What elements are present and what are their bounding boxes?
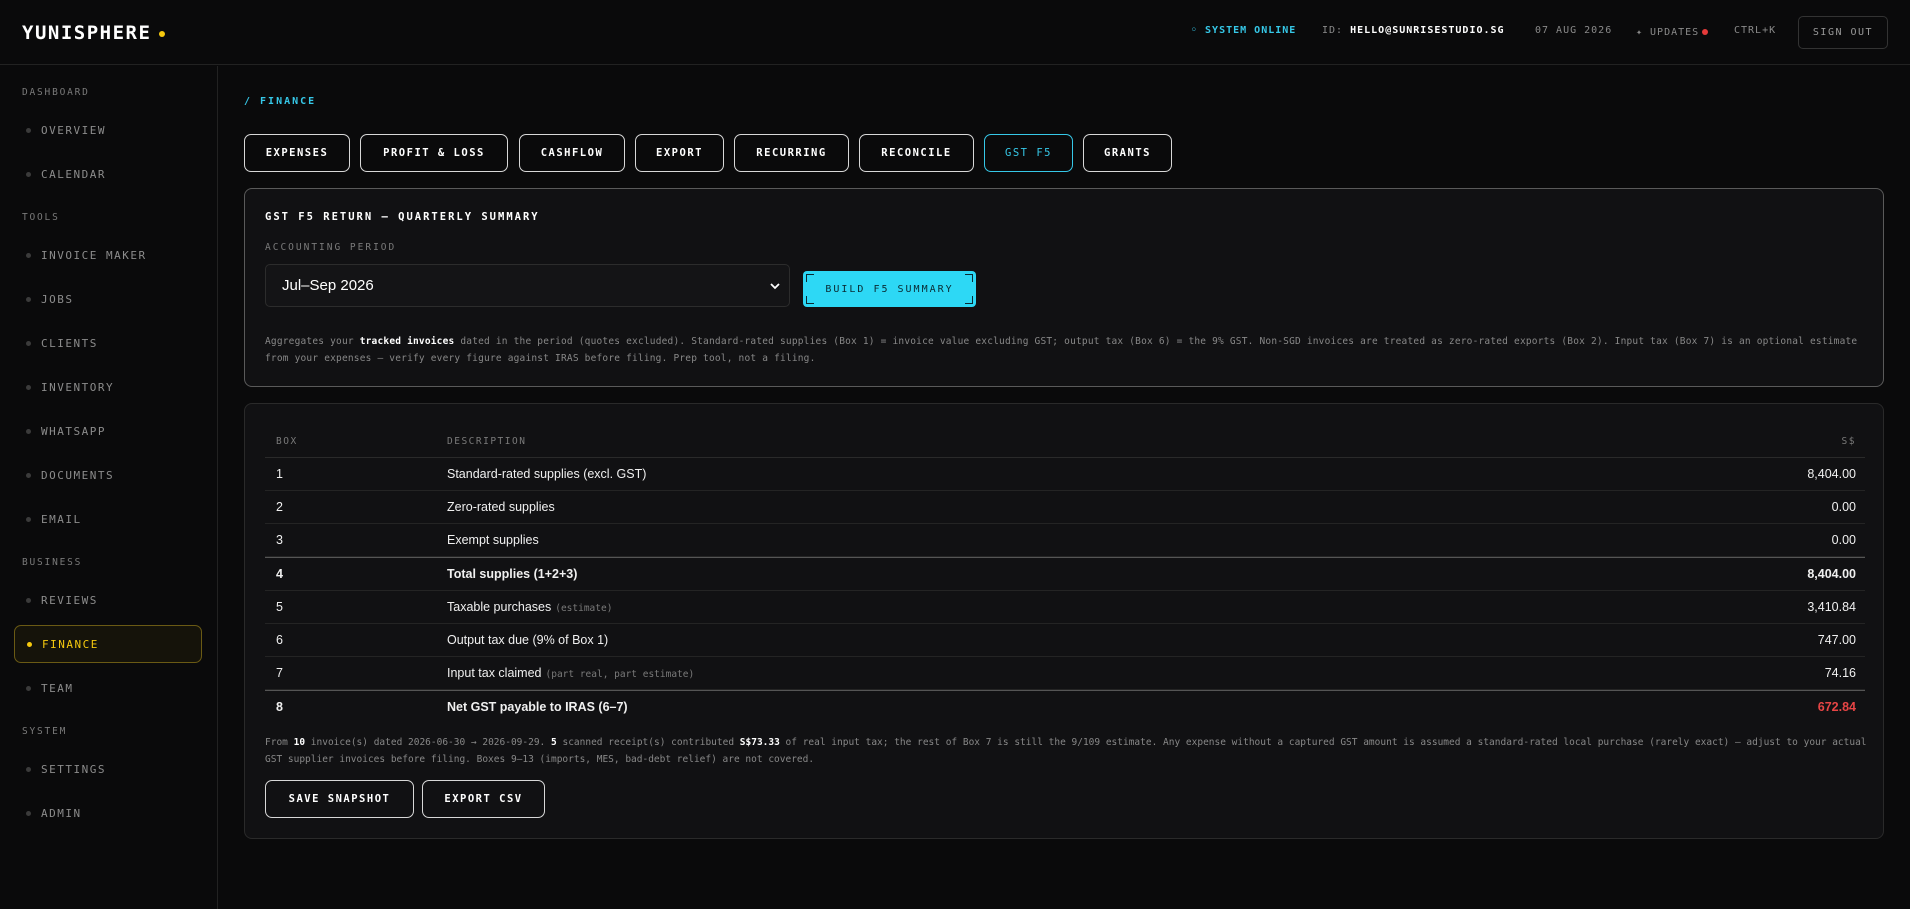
bullet-icon [26, 252, 31, 258]
sidebar-item-settings[interactable]: SETTINGS [14, 750, 202, 788]
bullet-icon [26, 384, 31, 390]
tab-cashflow[interactable]: CASHFLOW [519, 134, 625, 172]
bullet-icon [26, 428, 31, 434]
bullet-icon [26, 472, 31, 478]
period-label: ACCOUNTING PERIOD [265, 242, 397, 253]
chevron-down-icon [769, 279, 781, 296]
summary-note: From 10 invoice(s) dated 2026-06-30 → 20… [265, 737, 1867, 765]
table-row: 2 Zero-rated supplies 0.00 [265, 491, 1865, 524]
table-row: 3 Exempt supplies 0.00 [265, 524, 1865, 557]
sidebar-item-overview[interactable]: OVERVIEW [14, 111, 202, 149]
updates-link[interactable]: ✦ UPDATES [1636, 27, 1709, 38]
bullet-icon [26, 766, 31, 772]
sidebar-section-system: SYSTEM [22, 726, 68, 737]
sidebar-item-reviews[interactable]: REVIEWS [14, 581, 202, 619]
sidebar-item-email[interactable]: EMAIL [14, 500, 202, 538]
corner-bracket-icon [806, 274, 814, 282]
tab-profit-loss[interactable]: PROFIT & LOSS [360, 134, 508, 172]
bullet-icon [26, 296, 31, 302]
table-row: 5 Taxable purchases (estimate) 3,410.84 [265, 591, 1865, 624]
sidebar-item-admin[interactable]: ADMIN [14, 794, 202, 832]
table-row: 7 Input tax claimed (part real, part esti… [265, 657, 1865, 690]
sidebar-item-clients[interactable]: CLIENTS [14, 324, 202, 362]
bullet-icon [27, 641, 32, 647]
panel-title: GST F5 RETURN — QUARTERLY SUMMARY [265, 211, 540, 223]
current-date: 07 AUG 2026 [1535, 25, 1613, 36]
sidebar-section-tools: TOOLS [22, 212, 60, 223]
top-bar: YUNISPHERE ◦ SYSTEM ONLINE ID: HELLO@SUN… [0, 0, 1910, 65]
command-shortcut[interactable]: CTRL+K [1734, 25, 1776, 36]
export-csv-button[interactable]: EXPORT CSV [422, 780, 545, 818]
table-header: BOX DESCRIPTION S$ [265, 422, 1865, 458]
tab-grants[interactable]: GRANTS [1083, 134, 1172, 172]
notification-dot-icon [1702, 29, 1709, 35]
table-row-net-payable: 8 Net GST payable to IRAS (6–7) 672.84 [265, 690, 1865, 724]
gst-f5-summary-panel: BOX DESCRIPTION S$ 1 Standard-rated supp… [244, 403, 1884, 839]
corner-bracket-icon [965, 274, 973, 282]
builder-note: Aggregates your tracked invoices dated i… [265, 336, 1858, 364]
period-select[interactable]: Jul–Sep 2026 [265, 264, 790, 307]
net-payable-amount: 672.84 [1817, 700, 1856, 714]
tab-gst-f5[interactable]: GST F5 [984, 134, 1073, 172]
bullet-icon [26, 340, 31, 346]
sidebar-item-inventory[interactable]: INVENTORY [14, 368, 202, 406]
save-snapshot-button[interactable]: SAVE SNAPSHOT [265, 780, 414, 818]
sidebar: DASHBOARD OVERVIEW CALENDAR TOOLS INVOIC… [0, 66, 218, 909]
sidebar-item-finance[interactable]: FINANCE [14, 625, 202, 663]
sidebar-item-calendar[interactable]: CALENDAR [14, 155, 202, 193]
sidebar-section-business: BUSINESS [22, 557, 83, 568]
bullet-icon [26, 685, 31, 691]
tab-export[interactable]: EXPORT [635, 134, 724, 172]
table-row: 1 Standard-rated supplies (excl. GST) 8,… [265, 458, 1865, 491]
gst-f5-builder-panel: GST F5 RETURN — QUARTERLY SUMMARY ACCOUN… [244, 188, 1884, 387]
breadcrumb: / FINANCE [244, 96, 317, 107]
bullet-icon [26, 597, 31, 603]
logo-dot-icon [159, 30, 166, 37]
bullet-icon [26, 516, 31, 522]
col-header-description: DESCRIPTION [447, 436, 527, 447]
sign-out-button[interactable]: SIGN OUT [1798, 16, 1888, 49]
corner-bracket-icon [965, 296, 973, 304]
corner-bracket-icon [806, 296, 814, 304]
sidebar-item-documents[interactable]: DOCUMENTS [14, 456, 202, 494]
tab-recurring[interactable]: RECURRING [734, 134, 849, 172]
system-status: ◦ SYSTEM ONLINE [1191, 25, 1297, 36]
user-id: ID: HELLO@SUNRISESTUDIO.SG [1322, 25, 1505, 36]
tab-reconcile[interactable]: RECONCILE [859, 134, 974, 172]
sidebar-item-team[interactable]: TEAM [14, 669, 202, 707]
sidebar-item-whatsapp[interactable]: WHATSAPP [14, 412, 202, 450]
sidebar-section-dashboard: DASHBOARD [22, 87, 90, 98]
app-logo[interactable]: YUNISPHERE [22, 22, 166, 44]
table-row: 6 Output tax due (9% of Box 1) 747.00 [265, 624, 1865, 657]
build-f5-summary-button[interactable]: BUILD F5 SUMMARY [803, 271, 976, 307]
sidebar-item-jobs[interactable]: JOBS [14, 280, 202, 318]
tab-expenses[interactable]: EXPENSES [244, 134, 350, 172]
col-header-amount: S$ [1841, 436, 1856, 447]
sidebar-item-invoice-maker[interactable]: INVOICE MAKER [14, 236, 202, 274]
bullet-icon [26, 127, 31, 133]
table-row-total: 4 Total supplies (1+2+3) 8,404.00 [265, 557, 1865, 591]
col-header-box: BOX [276, 436, 298, 447]
bullet-icon [26, 810, 31, 816]
bullet-icon [26, 171, 31, 177]
